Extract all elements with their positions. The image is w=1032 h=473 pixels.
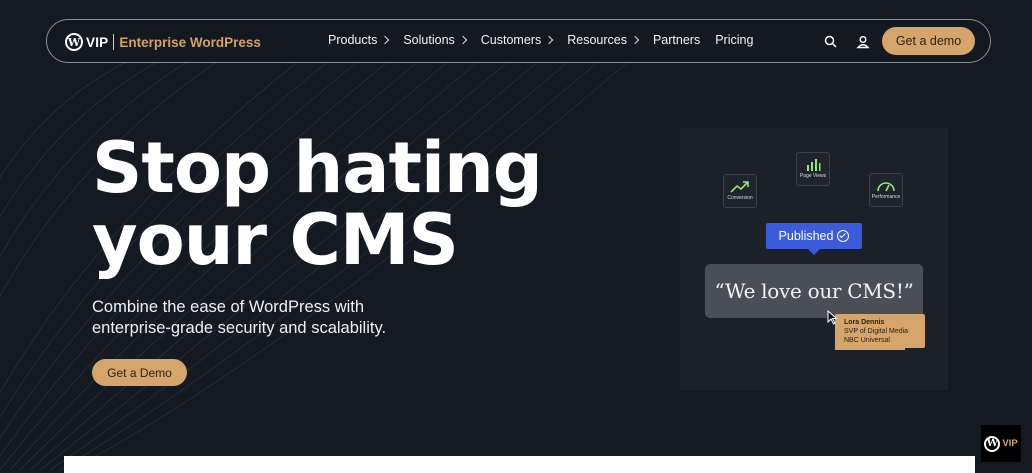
menu-item-pricing[interactable]: Pricing — [715, 33, 753, 47]
chevron-right-icon — [630, 35, 640, 45]
menu-item-label: Partners — [652, 33, 701, 47]
logo-brand-text: Enterprise WordPress — [119, 34, 261, 50]
hero-get-a-demo-button[interactable]: Get a Demo — [92, 359, 187, 386]
search-icon[interactable] — [823, 34, 839, 50]
menu-item-products[interactable]: Products — [328, 33, 390, 47]
performance-metric-card: Performance — [869, 173, 903, 207]
wordpress-logo-icon: W — [65, 33, 83, 51]
user-icon[interactable] — [855, 34, 871, 50]
mouse-cursor-icon — [827, 310, 838, 325]
site-logo[interactable]: W VIP Enterprise WordPress — [65, 32, 261, 52]
bar-chart-icon — [807, 159, 821, 171]
menu-item-solutions[interactable]: Solutions — [403, 33, 468, 47]
menu-item-resources[interactable]: Resources — [567, 33, 640, 47]
metric-label: Conversion — [727, 195, 753, 201]
top-navigation: W VIP Enterprise WordPress Products Solu… — [46, 19, 991, 63]
badge-vip-text: VIP — [1002, 438, 1018, 449]
menu-item-partners[interactable]: Partners — [653, 33, 700, 47]
author-name: Lora Dennis — [844, 319, 885, 326]
menu-item-label: Resources — [567, 33, 627, 47]
chevron-right-icon — [381, 35, 390, 45]
vip-chat-badge[interactable]: W VIP — [981, 425, 1021, 462]
logo-divider — [113, 34, 115, 50]
hero-title: Stop hating your CMS — [92, 127, 543, 281]
menu-item-label: Customers — [480, 33, 542, 47]
hero-subtitle: Combine the ease of WordPress with enter… — [92, 298, 387, 337]
content-panel — [64, 456, 975, 473]
menu-item-label: Pricing — [715, 33, 754, 47]
check-circle-icon — [837, 230, 850, 242]
testimonial-quote: “We love our CMS!” — [705, 264, 923, 318]
gauge-icon — [877, 182, 895, 192]
trend-up-icon — [730, 181, 749, 193]
page-views-metric-card: Page Views — [796, 152, 830, 186]
menu-item-customers[interactable]: Customers — [480, 33, 554, 47]
cms-illustration: Conversion Page Views Performance Publis… — [680, 128, 948, 390]
chevron-right-icon — [458, 35, 468, 45]
conversion-metric-card: Conversion — [723, 174, 757, 208]
metric-label: Page Views — [799, 173, 827, 179]
logo-vip-text: VIP — [86, 34, 109, 50]
menu-item-label: Solutions — [403, 33, 455, 47]
author-title: SVP of Digital Media — [844, 328, 909, 335]
published-badge: Published — [766, 223, 862, 255]
main-menu: Products Solutions Customers Resources P… — [328, 33, 768, 47]
author-company: NBC Universal — [844, 337, 890, 344]
published-label: Published — [778, 229, 834, 243]
metric-label: Performance — [871, 194, 901, 200]
author-card: Lora Dennis SVP of Digital Media NBC Uni… — [835, 314, 925, 348]
wordpress-logo-icon: W — [984, 435, 1001, 452]
menu-item-label: Products — [328, 33, 378, 47]
chevron-right-icon — [544, 35, 554, 45]
get-a-demo-button[interactable]: Get a demo — [882, 27, 975, 55]
